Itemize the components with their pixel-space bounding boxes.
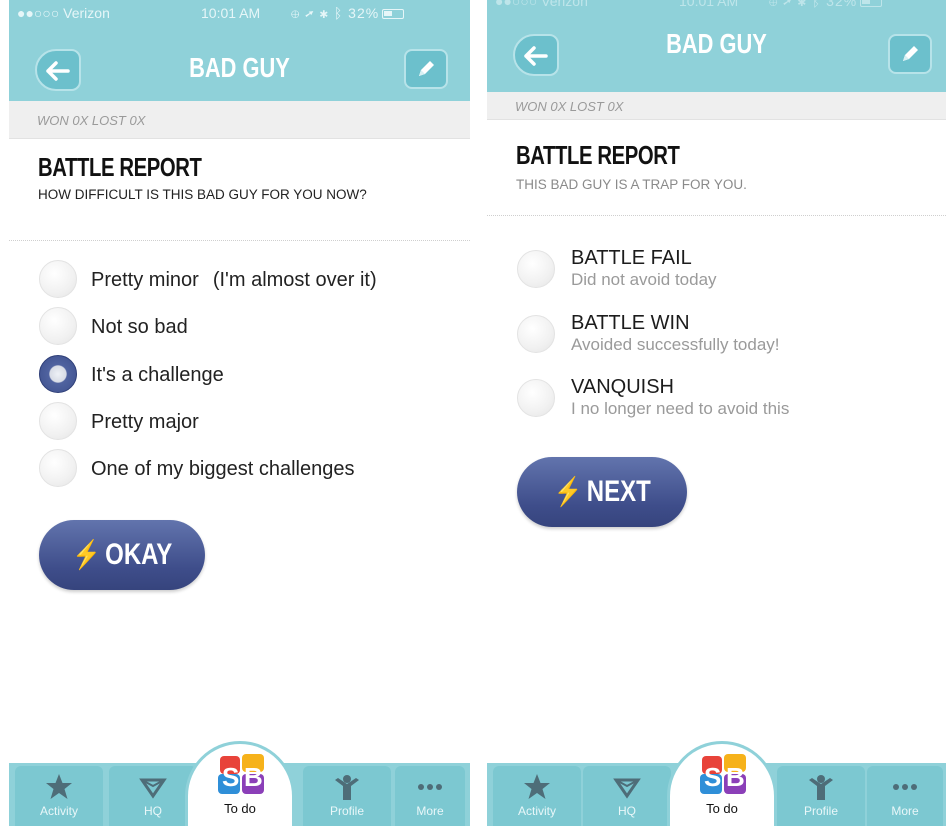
tab-bar: Activity HQ S B To do Profile More [487, 741, 946, 826]
win-loss-record: WON 0X LOST 0X [515, 99, 624, 114]
edit-button[interactable] [888, 34, 932, 74]
tab-more[interactable]: More [395, 766, 465, 826]
tab-label: HQ [144, 804, 162, 818]
win-loss-record: WON 0X LOST 0X [37, 113, 146, 128]
status-icons: ⊕ ➚ ✱ ᛒ 32% [769, 0, 883, 9]
status-time: 10:01 AM [201, 5, 261, 21]
option-label: Pretty major [91, 411, 199, 433]
activity-star-icon [524, 774, 550, 799]
svg-text:B: B [726, 762, 745, 792]
page-title: BAD GUY [666, 28, 767, 59]
tab-todo[interactable]: S B To do [667, 741, 777, 826]
status-bar: ●●○○○ Verizon 10:01 AM ⊕ ➚ ✱ ᛒ 32% [487, 0, 946, 12]
tab-label: More [416, 804, 444, 818]
sb-logo-icon: S B [700, 754, 746, 794]
pencil-icon [903, 46, 918, 61]
sb-logo-icon: S B [218, 754, 264, 794]
difficulty-question: HOW DIFFICULT IS THIS BAD GUY FOR YOU NO… [38, 187, 367, 202]
tab-label: More [891, 804, 919, 818]
edit-button[interactable] [404, 49, 448, 89]
header: ●●○○○ Verizon 10:01 AM ⊕ ➚ ✱ ᛒ 32% BAD G… [9, 0, 470, 101]
option-label: It's a challenge [91, 364, 224, 386]
radio-button[interactable] [39, 307, 77, 345]
okay-button[interactable]: ⚡ OKAY [39, 520, 205, 590]
section-title: BATTLE REPORT [38, 152, 202, 182]
page-title: BAD GUY [189, 52, 290, 83]
tab-label: To do [224, 801, 256, 816]
radio-button-selected[interactable] [39, 355, 77, 393]
radio-button[interactable] [39, 260, 77, 298]
tab-label: To do [706, 801, 738, 816]
option-label: Not so bad [91, 316, 188, 338]
status-time: 10:01 AM [679, 0, 739, 9]
tab-more[interactable]: More [867, 766, 943, 826]
battery-percent: 32% [826, 0, 858, 9]
profile-person-icon [335, 775, 359, 800]
next-button[interactable]: ⚡ NEXT [517, 457, 687, 527]
app-screenshots: ●●○○○ Verizon 10:01 AM ⊕ ➚ ✱ ᛒ 32% BAD G… [0, 0, 946, 826]
record-bar: WON 0X LOST 0X [487, 92, 946, 120]
profile-person-icon [809, 775, 833, 800]
hq-diamond-icon [613, 778, 641, 799]
radio-button[interactable] [39, 449, 77, 487]
tab-label: Profile [803, 804, 838, 818]
tab-label: Profile [329, 804, 364, 818]
tab-todo[interactable]: S B To do [185, 741, 295, 826]
svg-text:S: S [704, 762, 721, 792]
section-title: BATTLE REPORT [516, 140, 680, 170]
tab-bar: Activity HQ S B To do Profile More [9, 741, 470, 826]
tab-label: Activity [517, 804, 556, 818]
battery-icon [860, 0, 883, 8]
lightning-icon: ⚡ [553, 476, 582, 507]
radio-button[interactable] [39, 402, 77, 440]
carrier: ●●○○○ Verizon [17, 5, 110, 21]
lightning-icon: ⚡ [72, 539, 100, 570]
carrier: ●●○○○ Verizon [495, 0, 588, 9]
status-bar: ●●○○○ Verizon 10:01 AM ⊕ ➚ ✱ ᛒ 32% [9, 0, 470, 24]
radio-button[interactable] [517, 250, 555, 288]
tab-profile[interactable]: Profile [303, 766, 391, 826]
more-dots-icon [893, 784, 917, 790]
battery-percent: 32% [348, 5, 380, 21]
tab-label: HQ [618, 804, 636, 818]
tab-activity[interactable]: Activity [15, 766, 103, 826]
option-title: VANQUISH [571, 376, 674, 398]
tab-profile[interactable]: Profile [777, 766, 865, 826]
tab-hq[interactable]: HQ [109, 766, 197, 826]
svg-text:B: B [244, 762, 263, 792]
next-label: NEXT [586, 475, 651, 508]
battery-icon [382, 9, 405, 20]
hq-diamond-icon [139, 778, 167, 799]
svg-text:S: S [222, 762, 239, 792]
more-dots-icon [418, 784, 442, 790]
option-note: (I'm almost over it) [212, 269, 377, 291]
okay-label: OKAY [104, 538, 172, 571]
status-icons: ⊕ ➚ ✱ ᛒ 32% [291, 5, 405, 21]
tab-activity[interactable]: Activity [493, 766, 581, 826]
option-label: Pretty minor [91, 269, 199, 291]
option-description: I no longer need to avoid this [571, 399, 790, 418]
divider [9, 240, 470, 241]
radio-button[interactable] [517, 379, 555, 417]
option-label: One of my biggest challenges [91, 458, 355, 480]
header: ●●○○○ Verizon 10:01 AM ⊕ ➚ ✱ ᛒ 32% BAD G… [487, 0, 946, 101]
tab-label: Activity [39, 804, 78, 818]
divider [487, 215, 946, 216]
option-title: BATTLE FAIL [571, 247, 692, 269]
option-title: BATTLE WIN [571, 312, 690, 334]
option-description: Did not avoid today [571, 270, 717, 289]
activity-star-icon [46, 774, 72, 799]
radio-button[interactable] [517, 315, 555, 353]
tab-hq[interactable]: HQ [583, 766, 671, 826]
pencil-icon [419, 61, 434, 76]
record-bar: WON 0X LOST 0X [9, 101, 470, 139]
option-description: Avoided successfully today! [571, 335, 780, 354]
right-screen: ●●○○○ Verizon 10:01 AM ⊕ ➚ ✱ ᛒ 32% BAD G… [487, 0, 946, 826]
trap-subtitle: THIS BAD GUY IS A TRAP FOR YOU. [516, 177, 747, 192]
left-screen: ●●○○○ Verizon 10:01 AM ⊕ ➚ ✱ ᛒ 32% BAD G… [9, 0, 470, 826]
